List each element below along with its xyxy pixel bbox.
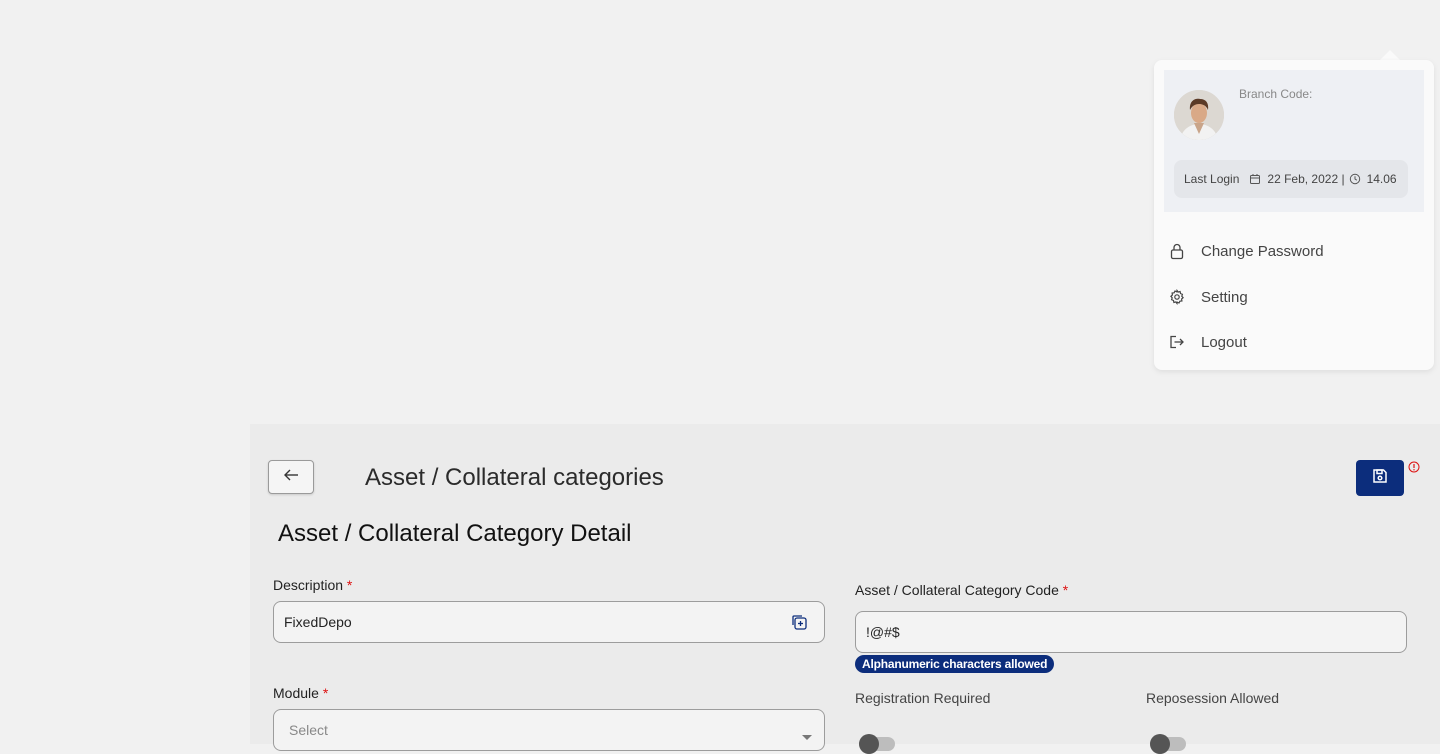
- description-label: Description *: [273, 577, 353, 593]
- logout-icon: [1168, 333, 1186, 351]
- calendar-icon: [1249, 173, 1261, 185]
- logout-label: Logout: [1201, 333, 1247, 351]
- branch-code-label: Branch Code:: [1239, 87, 1313, 101]
- menu-item-setting[interactable]: Setting: [1168, 285, 1248, 309]
- description-value: FixedDepo: [284, 614, 352, 630]
- change-password-label: Change Password: [1201, 242, 1324, 260]
- gear-icon: [1168, 288, 1186, 306]
- last-login-date: 22 Feb, 2022 |: [1267, 172, 1345, 186]
- user-card: Branch Code: Last Login 22 Feb, 2022 | 1…: [1164, 70, 1424, 212]
- last-login-time: 14.06: [1366, 172, 1397, 186]
- module-placeholder: Select: [289, 722, 328, 738]
- category-detail-panel: Asset / Collateral categories Asset / Co…: [250, 424, 1440, 754]
- user-menu-caret: [1380, 50, 1400, 60]
- module-label: Module *: [273, 685, 329, 701]
- repossession-allowed-toggle[interactable]: [1150, 734, 1186, 754]
- alphanumeric-hint-badge: Alphanumeric characters allowed: [855, 655, 1055, 673]
- section-title: Asset / Collateral Category Detail: [278, 520, 632, 547]
- user-menu: Branch Code: Last Login 22 Feb, 2022 | 1…: [1154, 60, 1434, 370]
- module-select[interactable]: Select: [273, 709, 825, 751]
- setting-label: Setting: [1201, 288, 1248, 306]
- save-button[interactable]: [1356, 460, 1404, 496]
- menu-item-change-password[interactable]: Change Password: [1168, 239, 1324, 263]
- page-title: Asset / Collateral categories: [365, 464, 664, 491]
- avatar: [1174, 90, 1224, 140]
- repossession-allowed-label: Reposession Allowed: [1146, 690, 1280, 706]
- copy-icon[interactable]: [791, 614, 808, 634]
- back-button[interactable]: [268, 460, 314, 494]
- arrow-left-icon: [283, 468, 299, 487]
- category-code-label: Asset / Collateral Category Code *: [855, 582, 1069, 598]
- last-login-label: Last Login: [1184, 172, 1240, 186]
- registration-required-toggle[interactable]: [859, 734, 895, 754]
- lock-icon: [1168, 242, 1186, 260]
- error-icon: [1408, 460, 1420, 478]
- chevron-down-icon: [802, 728, 812, 744]
- category-code-value: !@#$: [866, 624, 900, 640]
- clock-icon: [1349, 173, 1361, 185]
- registration-required-label: Registration Required: [855, 690, 991, 706]
- description-input[interactable]: FixedDepo: [273, 601, 825, 643]
- save-icon: [1372, 468, 1388, 489]
- category-code-input[interactable]: !@#$: [855, 611, 1407, 653]
- menu-item-logout[interactable]: Logout: [1168, 330, 1247, 354]
- last-login-info: Last Login 22 Feb, 2022 | 14.06: [1174, 160, 1408, 198]
